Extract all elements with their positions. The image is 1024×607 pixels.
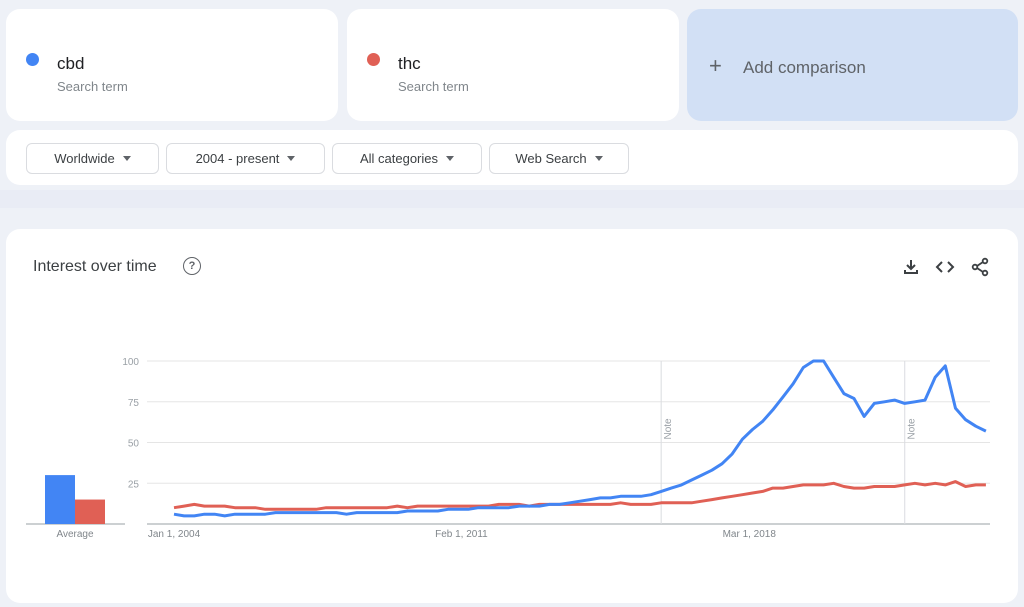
term-name[interactable]: thc: [398, 54, 421, 74]
filter-label: Web Search: [515, 151, 587, 166]
share-icon[interactable]: [970, 257, 990, 277]
section-divider: [0, 190, 1024, 208]
embed-icon[interactable]: [935, 257, 955, 277]
add-comparison-label: Add comparison: [743, 58, 866, 77]
filter-category[interactable]: All categories: [332, 143, 482, 174]
help-icon[interactable]: ?: [183, 257, 201, 275]
plus-icon: +: [709, 53, 722, 78]
filter-time-range[interactable]: 2004 - present: [166, 143, 325, 174]
filter-label: 2004 - present: [195, 151, 280, 166]
term-subtitle: Search term: [398, 79, 469, 94]
caret-down-icon: [122, 156, 131, 161]
panel-title: Interest over time: [33, 258, 157, 275]
series-color-dot: [367, 53, 380, 66]
add-comparison-button[interactable]: + Add comparison: [687, 9, 1018, 121]
series-color-dot: [26, 53, 39, 66]
filter-bar: Worldwide 2004 - present All categories …: [6, 130, 1018, 185]
term-card-cbd[interactable]: cbd Search term: [6, 9, 338, 121]
term-card-thc[interactable]: thc Search term: [347, 9, 679, 121]
filter-label: Worldwide: [54, 151, 115, 166]
term-subtitle: Search term: [57, 79, 128, 94]
filter-search-type[interactable]: Web Search: [489, 143, 629, 174]
caret-down-icon: [594, 156, 603, 161]
term-name[interactable]: cbd: [57, 54, 84, 74]
interest-over-time-panel: Interest over time ?: [6, 229, 1018, 603]
download-icon[interactable]: [901, 257, 921, 277]
filter-location[interactable]: Worldwide: [26, 143, 159, 174]
caret-down-icon: [287, 156, 296, 161]
caret-down-icon: [446, 156, 455, 161]
filter-label: All categories: [359, 151, 439, 166]
